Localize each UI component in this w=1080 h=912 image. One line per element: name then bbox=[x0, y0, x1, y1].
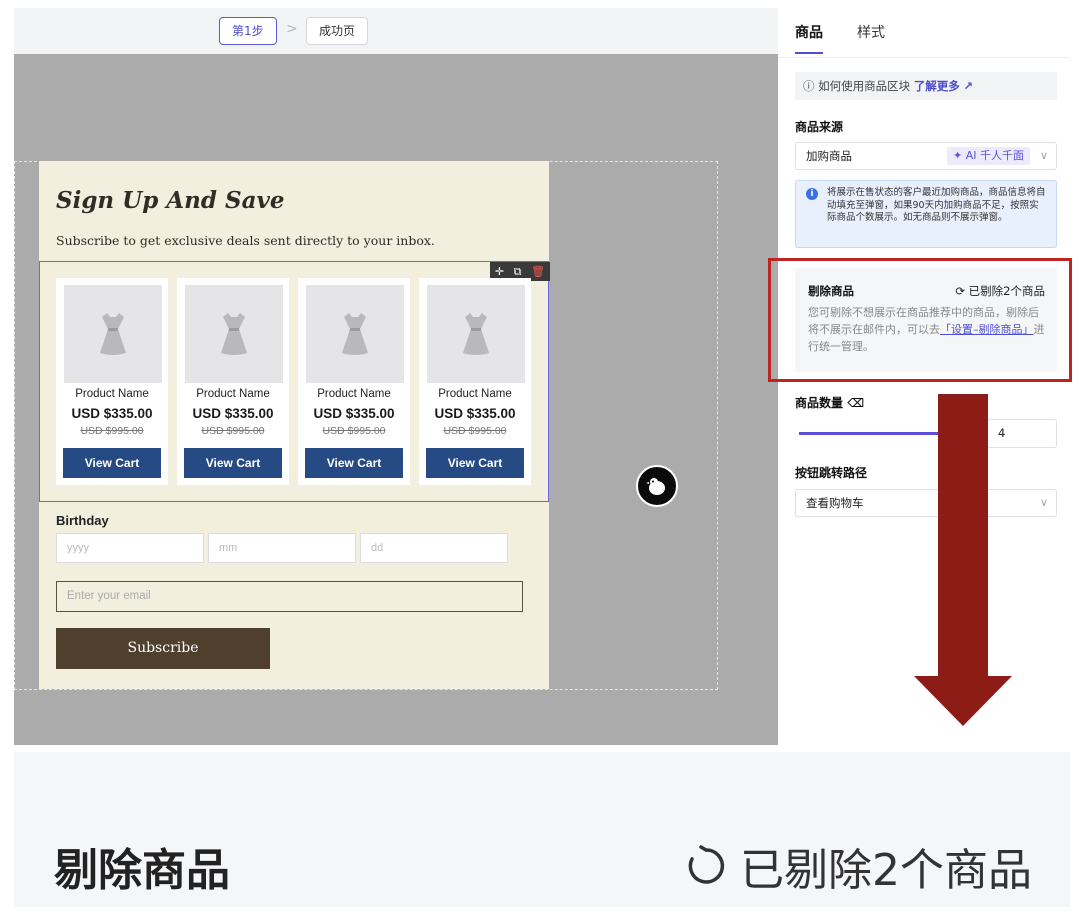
tab-style[interactable]: 样式 bbox=[857, 22, 885, 54]
product-name: Product Name bbox=[438, 388, 512, 400]
eraser-icon: ⌫ bbox=[847, 396, 865, 410]
product-price: USD $335.00 bbox=[71, 406, 153, 421]
product-image bbox=[185, 285, 283, 383]
learn-more-link[interactable]: 了解更多 bbox=[914, 79, 960, 93]
product-name: Product Name bbox=[317, 388, 391, 400]
move-icon[interactable]: ✛ bbox=[495, 265, 504, 278]
email-field[interactable]: Enter your email bbox=[56, 581, 523, 612]
source-label: 商品来源 bbox=[795, 120, 844, 134]
dress-icon bbox=[463, 313, 489, 355]
product-name: Product Name bbox=[75, 388, 149, 400]
ai-badge-label: AI 千人千面 bbox=[965, 149, 1024, 162]
help-bar[interactable]: ⓘ 如何使用商品区块 了解更多 ↗ bbox=[795, 72, 1057, 100]
step-bar: 第1步 > 成功页 bbox=[14, 8, 778, 54]
quantity-label-text: 商品数量 bbox=[795, 396, 844, 410]
product-block[interactable]: ✛ ⧉ 🗑 Product Name USD $335.00 USD $995.… bbox=[39, 261, 550, 502]
signup-popup[interactable]: Sign Up And Save Subscribe to get exclus… bbox=[39, 161, 550, 689]
sparkle-icon: ✦ bbox=[953, 149, 966, 162]
highlight-frame bbox=[768, 258, 1072, 382]
product-old-price: USD $995.00 bbox=[322, 425, 386, 437]
birthday-month-input[interactable]: mm bbox=[208, 533, 356, 563]
help-text: 如何使用商品区块 bbox=[818, 79, 911, 93]
success-page-button[interactable]: 成功页 bbox=[306, 17, 369, 45]
copy-icon[interactable]: ⧉ bbox=[514, 265, 522, 279]
divider bbox=[778, 57, 1070, 58]
birthday-year-input[interactable]: yyyy bbox=[56, 533, 204, 563]
subscribe-button[interactable]: Subscribe bbox=[56, 628, 270, 669]
info-icon: i bbox=[806, 188, 818, 200]
external-link-icon: ↗ bbox=[963, 79, 974, 93]
zoom-title: 剔除商品 bbox=[54, 845, 230, 896]
dress-icon bbox=[221, 313, 247, 355]
info-notice: i 将展示在售状态的客户最近加购商品，商品信息将自动填充至弹窗，如果90天内加购… bbox=[795, 180, 1057, 248]
product-card: Product Name USD $335.00 USD $995.00 Vie… bbox=[419, 278, 531, 485]
info-text: 将展示在售状态的客户最近加购商品，商品信息将自动填充至弹窗，如果90天内加购商品… bbox=[827, 187, 1046, 223]
button-path-label: 按钮跳转路径 bbox=[795, 466, 868, 480]
product-price: USD $335.00 bbox=[434, 406, 516, 421]
dress-icon bbox=[100, 313, 126, 355]
quantity-label: 商品数量 ⌫ bbox=[795, 394, 864, 411]
product-cards: Product Name USD $335.00 USD $995.00 Vie… bbox=[56, 278, 531, 485]
button-path-value: 查看购物车 bbox=[806, 496, 864, 510]
birthday-label: Birthday bbox=[56, 513, 109, 528]
popup-subtitle: Subscribe to get exclusive deals sent di… bbox=[56, 233, 435, 248]
product-image bbox=[306, 285, 404, 383]
button-path-select[interactable]: 查看购物车 ∨ bbox=[795, 489, 1057, 517]
panel-tabs: 商品 样式 bbox=[795, 22, 885, 54]
view-cart-button[interactable]: View Cart bbox=[305, 448, 403, 478]
zoom-callout: 剔除商品 已剔除2个商品 bbox=[14, 752, 1070, 907]
tab-products[interactable]: 商品 bbox=[795, 22, 823, 54]
editor-canvas: 第1步 > 成功页 Sign Up And Save Subscribe to … bbox=[14, 8, 778, 745]
quantity-input[interactable]: 4 bbox=[987, 419, 1057, 448]
trash-icon[interactable]: 🗑 bbox=[531, 265, 545, 278]
product-card: Product Name USD $335.00 USD $995.00 Vie… bbox=[298, 278, 410, 485]
zoom-count: 已剔除2个商品 bbox=[684, 834, 1032, 898]
product-card: Product Name USD $335.00 USD $995.00 Vie… bbox=[177, 278, 289, 485]
bird-logo-icon[interactable] bbox=[636, 465, 678, 507]
refresh-icon bbox=[688, 845, 725, 884]
product-old-price: USD $995.00 bbox=[80, 425, 144, 437]
birthday-day-input[interactable]: dd bbox=[360, 533, 508, 563]
product-image bbox=[64, 285, 162, 383]
ai-badge: ✦ AI 千人千面 bbox=[947, 147, 1030, 165]
product-name: Product Name bbox=[196, 388, 270, 400]
product-price: USD $335.00 bbox=[192, 406, 274, 421]
source-value: 加购商品 bbox=[806, 149, 852, 163]
chevron-right-icon: > bbox=[286, 21, 298, 37]
view-cart-button[interactable]: View Cart bbox=[184, 448, 282, 478]
product-price: USD $335.00 bbox=[313, 406, 395, 421]
source-select[interactable]: 加购商品 ✦ AI 千人千面 ∨ bbox=[795, 142, 1057, 170]
zoom-count-label: 已剔除2个商品 bbox=[740, 845, 1032, 896]
product-old-price: USD $995.00 bbox=[201, 425, 265, 437]
help-circle-icon: ⓘ bbox=[803, 79, 815, 93]
view-cart-button[interactable]: View Cart bbox=[426, 448, 524, 478]
chevron-down-icon: ∨ bbox=[1039, 496, 1048, 509]
arrow-head bbox=[914, 676, 1012, 726]
view-cart-button[interactable]: View Cart bbox=[63, 448, 161, 478]
step-1-button[interactable]: 第1步 bbox=[219, 17, 277, 45]
quantity-slider[interactable] bbox=[799, 432, 949, 435]
arrow-down-icon bbox=[938, 394, 988, 678]
product-card: Product Name USD $335.00 USD $995.00 Vie… bbox=[56, 278, 168, 485]
product-old-price: USD $995.00 bbox=[443, 425, 507, 437]
product-image bbox=[427, 285, 525, 383]
dress-icon bbox=[342, 313, 368, 355]
popup-title: Sign Up And Save bbox=[56, 187, 285, 214]
chevron-down-icon: ∨ bbox=[1039, 149, 1048, 162]
